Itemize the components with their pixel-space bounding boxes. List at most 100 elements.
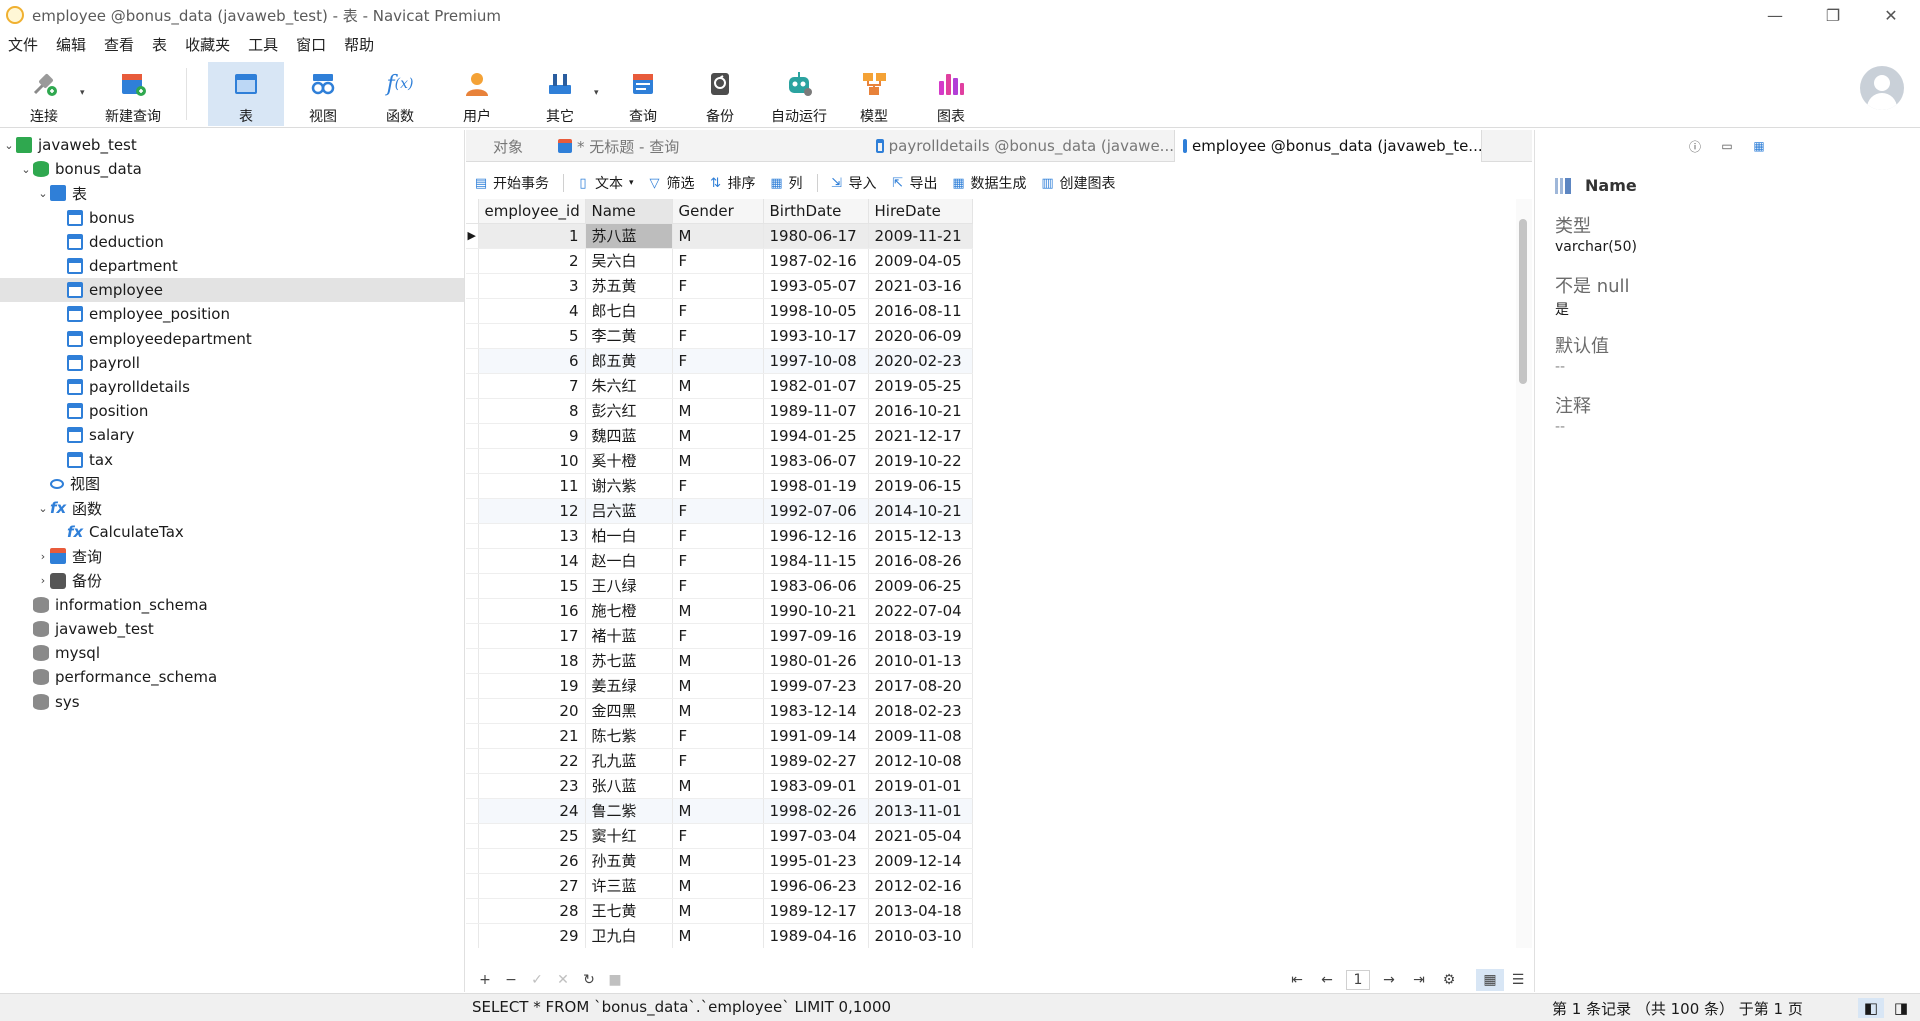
cell-hiredate[interactable]: 2009-04-05: [868, 248, 973, 274]
menu-table[interactable]: 表: [143, 32, 176, 58]
row-marker[interactable]: [466, 498, 479, 524]
discard-changes-button[interactable]: ✕: [550, 972, 576, 988]
table-row[interactable]: 4 郎七白 F 1998-10-05 2016-08-11: [466, 298, 973, 324]
other-dropdown-icon[interactable]: ▾: [594, 88, 599, 98]
cell-employee-id[interactable]: 29: [478, 923, 586, 948]
cell-hiredate[interactable]: 2021-03-16: [868, 273, 973, 299]
cell-gender[interactable]: M: [672, 648, 764, 674]
table-row[interactable]: 2 吴六白 F 1987-02-16 2009-04-05: [466, 248, 973, 274]
cell-hiredate[interactable]: 2020-06-09: [868, 323, 973, 349]
chevron-right-icon[interactable]: ›: [36, 574, 50, 587]
tab-untitled-query[interactable]: * 无标题 - 查询: [550, 130, 868, 162]
cell-name[interactable]: 苏五黄: [585, 273, 673, 299]
export-button[interactable]: ⇱ 导出: [891, 173, 937, 193]
cell-hiredate[interactable]: 2018-02-23: [868, 698, 973, 724]
cell-employee-id[interactable]: 22: [478, 748, 586, 774]
gear-icon[interactable]: ⚙: [1434, 972, 1464, 988]
row-marker[interactable]: [466, 873, 479, 899]
row-marker[interactable]: [466, 623, 479, 649]
refresh-button[interactable]: ↻: [576, 972, 602, 988]
column-header-name[interactable]: Name: [585, 199, 673, 224]
row-marker[interactable]: [466, 573, 479, 599]
cell-employee-id[interactable]: 16: [478, 598, 586, 624]
stop-button[interactable]: ■: [602, 972, 628, 988]
table-row[interactable]: 9 魏四蓝 M 1994-01-25 2021-12-17: [466, 423, 973, 449]
cell-hiredate[interactable]: 2016-08-26: [868, 548, 973, 574]
chevron-right-icon[interactable]: ›: [36, 550, 50, 563]
cell-birthdate[interactable]: 1995-01-23: [763, 848, 869, 874]
cell-name[interactable]: 奚十橙: [585, 448, 673, 474]
row-marker[interactable]: [466, 398, 479, 424]
cell-name[interactable]: 卫九白: [585, 923, 673, 948]
tree-item-deduction[interactable]: deduction: [0, 230, 464, 254]
other-button[interactable]: 其它: [522, 62, 598, 126]
cell-gender[interactable]: F: [672, 498, 764, 524]
tree-item-salary[interactable]: salary: [0, 423, 464, 447]
table-row[interactable]: 14 赵一白 F 1984-11-15 2016-08-26: [466, 548, 973, 574]
function-button[interactable]: f (x) 函数: [362, 62, 438, 126]
cell-gender[interactable]: M: [672, 673, 764, 699]
cell-hiredate[interactable]: 2021-12-17: [868, 423, 973, 449]
tree-item-performance-schema[interactable]: performance_schema: [0, 665, 464, 689]
cell-employee-id[interactable]: 18: [478, 648, 586, 674]
cell-birthdate[interactable]: 1983-06-07: [763, 448, 869, 474]
column-header-gender[interactable]: Gender: [672, 199, 764, 224]
cell-employee-id[interactable]: 12: [478, 498, 586, 524]
table-row[interactable]: 7 朱六红 M 1982-01-07 2019-05-25: [466, 373, 973, 399]
menu-window[interactable]: 窗口: [287, 32, 335, 58]
columns-button[interactable]: ▦ 列: [770, 173, 802, 193]
prev-page-icon[interactable]: ←: [1312, 972, 1342, 988]
cell-gender[interactable]: M: [672, 898, 764, 924]
page-number-input[interactable]: 1: [1346, 970, 1370, 990]
table-row[interactable]: 19 姜五绿 M 1999-07-23 2017-08-20: [466, 673, 973, 699]
cell-name[interactable]: 王七黄: [585, 898, 673, 924]
cell-name[interactable]: 赵一白: [585, 548, 673, 574]
cell-hiredate[interactable]: 2009-12-14: [868, 848, 973, 874]
model-button[interactable]: 模型: [836, 62, 912, 126]
tree-item-calculatetax[interactable]: fx CalculateTax: [0, 520, 464, 544]
cell-employee-id[interactable]: 5: [478, 323, 586, 349]
cell-birthdate[interactable]: 1983-12-14: [763, 698, 869, 724]
cell-name[interactable]: 鲁二紫: [585, 798, 673, 824]
filter-button[interactable]: ▽ 筛选: [648, 173, 695, 193]
scrollbar-thumb[interactable]: [1519, 219, 1527, 384]
column-header-hiredate[interactable]: HireDate: [868, 199, 973, 224]
tree-item-[interactable]: › 备份: [0, 569, 464, 593]
table-row[interactable]: 28 王七黄 M 1989-12-17 2013-04-18: [466, 898, 973, 924]
cell-gender[interactable]: F: [672, 823, 764, 849]
ddl-icon[interactable]: ▭: [1717, 136, 1737, 156]
table-row[interactable]: 16 施七橙 M 1990-10-21 2022-07-04: [466, 598, 973, 624]
create-chart-button[interactable]: ▥ 创建图表: [1041, 173, 1115, 193]
table-row[interactable]: 21 陈七紫 F 1991-09-14 2009-11-08: [466, 723, 973, 749]
chevron-down-icon[interactable]: ⌄: [36, 187, 50, 200]
connect-button[interactable]: 连接: [6, 62, 82, 126]
row-marker[interactable]: [466, 598, 479, 624]
cell-gender[interactable]: F: [672, 273, 764, 299]
cell-employee-id[interactable]: 17: [478, 623, 586, 649]
view-button[interactable]: 视图: [285, 62, 361, 126]
cell-gender[interactable]: F: [672, 748, 764, 774]
row-marker[interactable]: [466, 448, 479, 474]
next-page-icon[interactable]: →: [1374, 972, 1404, 988]
cell-gender[interactable]: F: [672, 573, 764, 599]
query-button[interactable]: 查询: [605, 62, 681, 126]
tree-item-employeedepartment[interactable]: employeedepartment: [0, 327, 464, 351]
cell-employee-id[interactable]: 4: [478, 298, 586, 324]
cell-employee-id[interactable]: 13: [478, 523, 586, 549]
row-marker[interactable]: [466, 473, 479, 499]
cell-birthdate[interactable]: 1993-05-07: [763, 273, 869, 299]
menu-edit[interactable]: 编辑: [47, 32, 95, 58]
cell-hiredate[interactable]: 2022-07-04: [868, 598, 973, 624]
table-button[interactable]: 表: [208, 62, 284, 126]
row-marker[interactable]: [466, 373, 479, 399]
cell-employee-id[interactable]: 27: [478, 873, 586, 899]
tab-objects[interactable]: 对象: [466, 130, 550, 162]
cell-birthdate[interactable]: 1993-10-17: [763, 323, 869, 349]
cell-gender[interactable]: F: [672, 348, 764, 374]
table-row[interactable]: 11 谢六紫 F 1998-01-19 2019-06-15: [466, 473, 973, 499]
cell-birthdate[interactable]: 1987-02-16: [763, 248, 869, 274]
field-panel-icon[interactable]: ▦: [1749, 136, 1769, 156]
cell-gender[interactable]: M: [672, 848, 764, 874]
cell-name[interactable]: 柏一白: [585, 523, 673, 549]
tree-item-payroll[interactable]: payroll: [0, 351, 464, 375]
